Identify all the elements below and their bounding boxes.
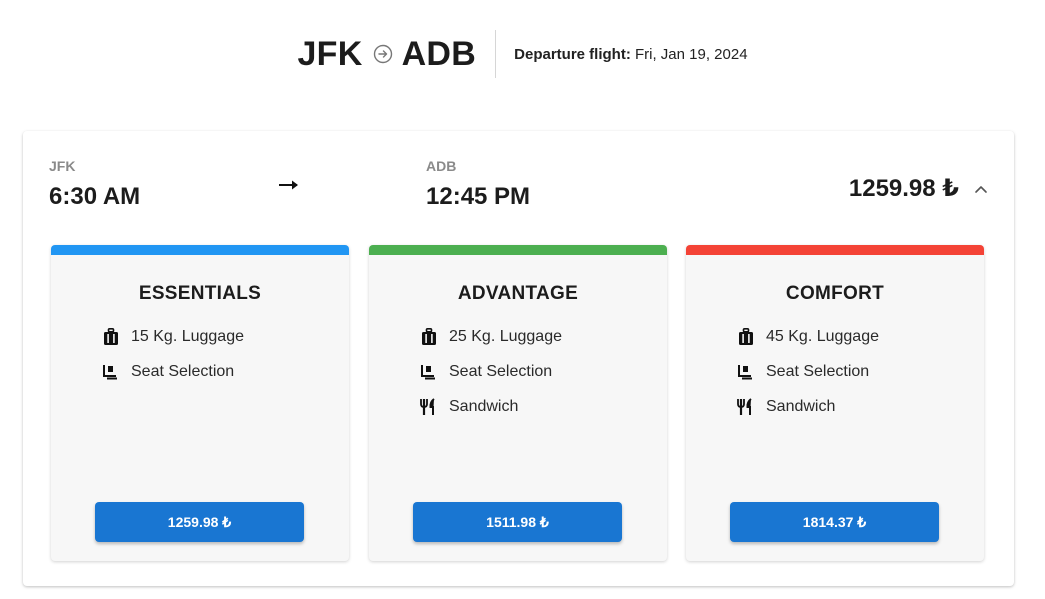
select-fare-button[interactable]: 1511.98 ₺ (413, 502, 622, 542)
fare-features: 45 Kg. Luggage Seat Selection Sandwich (736, 319, 879, 424)
fare-title: ESSENTIALS (138, 283, 262, 304)
luggage-icon (419, 327, 439, 347)
arrival-airport-code: ADB (426, 158, 457, 174)
feature-label: Seat Selection (449, 362, 553, 380)
fare-features: 15 Kg. Luggage Seat Selection (101, 319, 244, 389)
arrow-right-icon (277, 178, 301, 192)
origin-code: JFK (297, 34, 363, 73)
fare-title: ADVANTAGE (457, 283, 579, 304)
feature-label: Seat Selection (131, 362, 235, 380)
feature-item: 25 Kg. Luggage (419, 319, 562, 354)
fare-color-bar (369, 245, 667, 255)
feature-item: Sandwich (419, 389, 562, 424)
flight-card: JFK 6:30 AM ADB 12:45 PM 1259.98 ₺ ESSEN… (23, 131, 1014, 586)
feature-item: Seat Selection (736, 354, 879, 389)
fare-color-bar (51, 245, 349, 255)
fare-title: COMFORT (785, 283, 885, 304)
feature-item: 15 Kg. Luggage (101, 319, 244, 354)
flight-header: JFK ADB Departure flight: Fri, Jan 19, 2… (0, 28, 1045, 80)
select-fare-button[interactable]: 1814.37 ₺ (730, 502, 939, 542)
feature-item: 45 Kg. Luggage (736, 319, 879, 354)
flight-price: 1259.98 ₺ (848, 175, 959, 202)
luggage-icon (736, 327, 756, 347)
feature-label: 45 Kg. Luggage (766, 327, 879, 345)
departure-time: 6:30 AM (49, 183, 141, 210)
feature-label: Sandwich (449, 397, 519, 415)
route-title: JFK ADB (297, 35, 476, 74)
meal-icon (419, 397, 439, 417)
seat-icon (419, 362, 439, 382)
fare-features: 25 Kg. Luggage Seat Selection Sandwich (419, 319, 562, 424)
header-divider (495, 30, 497, 78)
seat-icon (101, 362, 121, 382)
fare-card-advantage: ADVANTAGE 25 Kg. Luggage Seat Selection … (369, 245, 667, 561)
meal-icon (736, 397, 756, 417)
destination-code: ADB (401, 34, 477, 73)
feature-label: 25 Kg. Luggage (449, 327, 562, 345)
feature-item: Seat Selection (101, 354, 244, 389)
feature-label: Seat Selection (766, 362, 870, 380)
fare-card-comfort: COMFORT 45 Kg. Luggage Seat Selection Sa… (686, 245, 984, 561)
luggage-icon (101, 327, 121, 347)
departure-date: Fri, Jan 19, 2024 (634, 45, 748, 63)
feature-label: Sandwich (766, 397, 836, 415)
fare-card-essentials: ESSENTIALS 15 Kg. Luggage Seat Selection… (51, 245, 349, 561)
departure-info: Departure flight: Fri, Jan 19, 2024 (514, 46, 747, 63)
circle-arrow-right-icon (373, 44, 393, 64)
feature-label: 15 Kg. Luggage (131, 327, 244, 345)
fare-color-bar (686, 245, 984, 255)
select-fare-button[interactable]: 1259.98 ₺ (95, 502, 304, 542)
seat-icon (736, 362, 756, 382)
departure-airport-code: JFK (49, 158, 76, 174)
departure-label: Departure flight: (514, 45, 631, 63)
chevron-up-icon[interactable] (974, 181, 988, 193)
feature-item: Seat Selection (419, 354, 562, 389)
feature-item: Sandwich (736, 389, 879, 424)
arrival-time: 12:45 PM (426, 183, 531, 210)
